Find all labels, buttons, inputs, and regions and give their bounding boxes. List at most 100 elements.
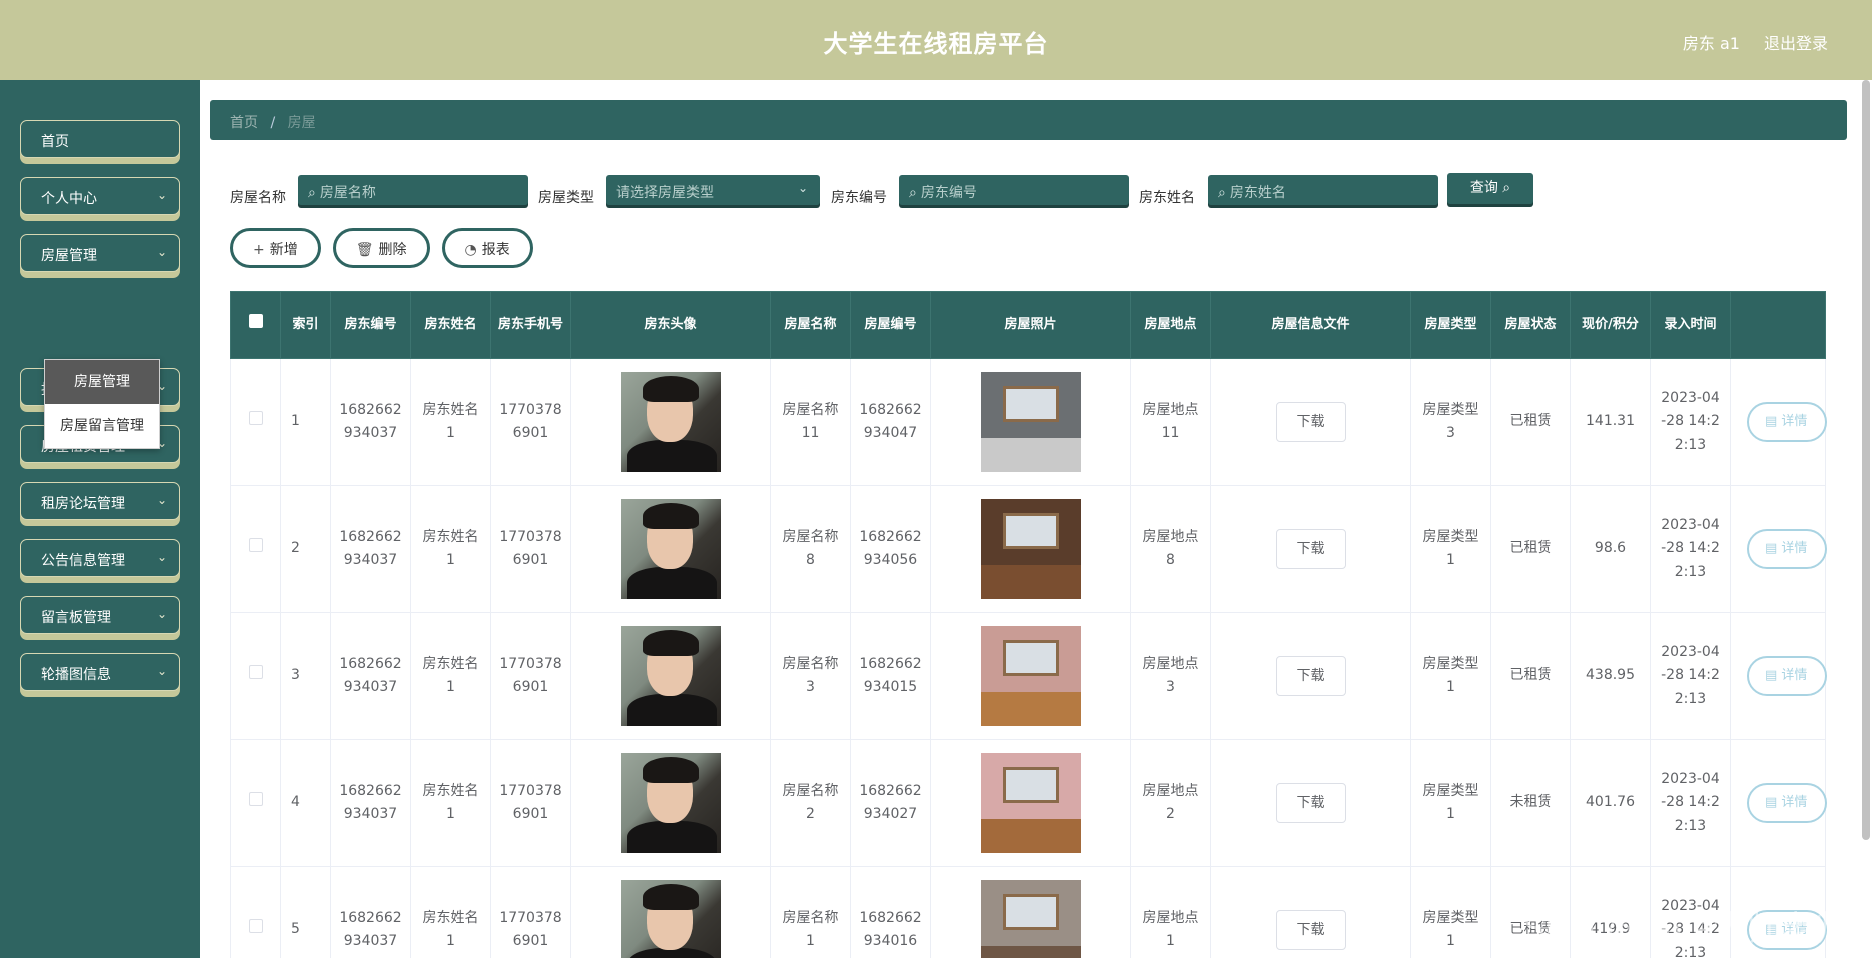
avatar-cell <box>570 358 771 486</box>
row-checkbox[interactable] <box>248 538 263 553</box>
content-viewport: 首页 / 房屋 房屋名称 ⌕ 房屋名称 房屋类型 请选择房屋类型 ⌄ 房东编号 ⌕… <box>200 80 1855 958</box>
photo-cell <box>930 358 1131 486</box>
column-header: 索引 <box>280 291 331 359</box>
detail-button[interactable]: ▤ 详情 <box>1747 402 1827 442</box>
landlord-no-input[interactable]: ⌕ 房东编号 <box>899 175 1129 205</box>
download-button[interactable]: 下载 <box>1275 402 1346 442</box>
phone-cell: 17703786901 <box>490 358 571 486</box>
photo-cell <box>930 485 1131 613</box>
table-header: 索引 房东编号 房东姓名 房东手机号 房东头像 房屋名称 房屋编号 房屋照片 房屋地点 房屋信息文… <box>230 291 1826 359</box>
phone-cell: 17703786901 <box>490 739 571 867</box>
pie-chart-icon: ◔ <box>464 242 477 258</box>
checkbox-cell <box>230 612 281 740</box>
sidebar-item-label: 租房论坛管理 <box>41 496 125 512</box>
sidebar-item-0[interactable]: 首页 <box>20 120 180 158</box>
logout-link[interactable]: 退出登录 <box>1764 30 1828 54</box>
row-checkbox[interactable] <box>248 411 263 426</box>
price-cell: 98.6 <box>1570 485 1651 613</box>
chevron-down-icon: ⌄ <box>797 181 808 195</box>
landlord-name-cell: 房东姓名1 <box>410 739 491 867</box>
price-cell: 141.31 <box>1570 358 1651 486</box>
house-photo <box>980 880 1081 958</box>
detail-button[interactable]: ▤ 详情 <box>1747 529 1827 569</box>
type-cell: 房屋类型1 <box>1410 485 1491 613</box>
plus-icon: + <box>253 242 265 258</box>
sidebar-item-5[interactable]: 租房论坛管理 ⌄ <box>20 482 180 520</box>
download-button[interactable]: 下载 <box>1275 910 1346 950</box>
detail-button[interactable]: ▤ 详情 <box>1747 656 1827 696</box>
action-cell: ▤ 详情 <box>1730 358 1827 486</box>
column-header: 房东头像 <box>570 291 771 359</box>
row-checkbox[interactable] <box>248 665 263 680</box>
sidebar-item-label: 留言板管理 <box>41 610 111 626</box>
landlord-no-cell: 1682662934037 <box>330 358 411 486</box>
chevron-down-icon: ⌄ <box>156 188 167 202</box>
chevron-down-icon: ⌄ <box>156 245 167 259</box>
column-header: 房屋地点 <box>1130 291 1211 359</box>
chevron-down-icon: ⌄ <box>156 493 167 507</box>
landlord-name-label: 房东姓名 <box>1139 190 1195 206</box>
avatar-cell <box>570 612 771 740</box>
search-bar: 房屋名称 ⌕ 房屋名称 房屋类型 请选择房屋类型 ⌄ 房东编号 ⌕ 房东编号 房东姓… <box>200 173 1855 215</box>
landlord-name-input[interactable]: ⌕ 房东姓名 <box>1208 175 1438 205</box>
main-content: 首页 / 房屋 房屋名称 ⌕ 房屋名称 房屋类型 请选择房屋类型 ⌄ 房东编号 ⌕… <box>200 80 1872 958</box>
house-no-cell: 1682662934015 <box>850 612 931 740</box>
submenu-item-0[interactable]: 房屋管理 <box>45 360 159 404</box>
submenu-item-1[interactable]: 房屋留言管理 <box>45 404 159 448</box>
house-type-select[interactable]: 请选择房屋类型 ⌄ <box>606 175 820 205</box>
house-name-input[interactable]: ⌕ 房屋名称 <box>298 175 528 205</box>
checkbox-cell <box>230 866 281 958</box>
sidebar-item-label: 轮播图信息 <box>41 667 111 683</box>
sidebar-item-label: 个人中心 <box>41 191 97 207</box>
sidebar-item-7[interactable]: 留言板管理 ⌄ <box>20 596 180 634</box>
house-name-cell: 房屋名称11 <box>770 358 851 486</box>
house-name-cell: 房屋名称1 <box>770 866 851 958</box>
status-cell: 未租赁 <box>1490 739 1571 867</box>
location-cell: 房屋地点2 <box>1130 739 1211 867</box>
house-name-label: 房屋名称 <box>230 190 286 206</box>
download-button[interactable]: 下载 <box>1275 656 1346 696</box>
sidebar-item-6[interactable]: 公告信息管理 ⌄ <box>20 539 180 577</box>
search-icon: ⌕ <box>909 185 917 201</box>
select-all-checkbox[interactable] <box>248 314 263 329</box>
type-cell: 房屋类型3 <box>1410 358 1491 486</box>
row-checkbox[interactable] <box>248 919 263 934</box>
landlord-no-cell: 1682662934037 <box>330 612 411 740</box>
download-button[interactable]: 下载 <box>1275 783 1346 823</box>
row-checkbox[interactable] <box>248 792 263 807</box>
avatar-cell <box>570 485 771 613</box>
house-photo <box>980 372 1081 472</box>
column-header: 房东姓名 <box>410 291 491 359</box>
landlord-name-cell: 房东姓名1 <box>410 866 491 958</box>
sidebar-item-label: 公告信息管理 <box>41 553 125 569</box>
delete-button[interactable]: 🗑 删除 <box>332 228 430 268</box>
page-scrollbar[interactable] <box>1862 80 1870 840</box>
location-cell: 房屋地点11 <box>1130 358 1211 486</box>
add-button[interactable]: + 新增 <box>230 228 321 268</box>
table-row: 3 1682662934037 房东姓名1 17703786901 房屋名称3 16826… <box>230 612 1827 740</box>
column-header: 房屋编号 <box>850 291 931 359</box>
sidebar-item-1[interactable]: 个人中心 ⌄ <box>20 177 180 215</box>
time-cell: 2023-04-28 14:22:13 <box>1650 612 1731 740</box>
document-icon: ▤ <box>1765 668 1782 683</box>
query-button[interactable]: 查询 ⌕ <box>1447 173 1533 204</box>
document-icon: ▤ <box>1765 414 1782 429</box>
select-all-cell <box>230 291 281 359</box>
sidebar-item-2[interactable]: 房屋管理 ⌄ <box>20 234 180 272</box>
action-cell: ▤ 详情 <box>1730 485 1827 613</box>
detail-button[interactable]: ▤ 详情 <box>1747 783 1827 823</box>
type-cell: 房屋类型1 <box>1410 739 1491 867</box>
report-button[interactable]: ◔ 报表 <box>441 228 533 268</box>
file-cell: 下载 <box>1210 612 1411 740</box>
chevron-down-icon: ⌄ <box>156 550 167 564</box>
time-cell: 2023-04-28 14:22:13 <box>1650 739 1731 867</box>
checkbox-cell <box>230 739 281 867</box>
sidebar-item-8[interactable]: 轮播图信息 ⌄ <box>20 653 180 691</box>
document-icon: ▤ <box>1765 795 1782 810</box>
landlord-no-label: 房东编号 <box>831 190 887 206</box>
breadcrumb-home[interactable]: 首页 <box>230 115 258 131</box>
landlord-name-cell: 房东姓名1 <box>410 612 491 740</box>
download-button[interactable]: 下载 <box>1275 529 1346 569</box>
column-header: 房东编号 <box>330 291 411 359</box>
status-cell: 已租赁 <box>1490 485 1571 613</box>
